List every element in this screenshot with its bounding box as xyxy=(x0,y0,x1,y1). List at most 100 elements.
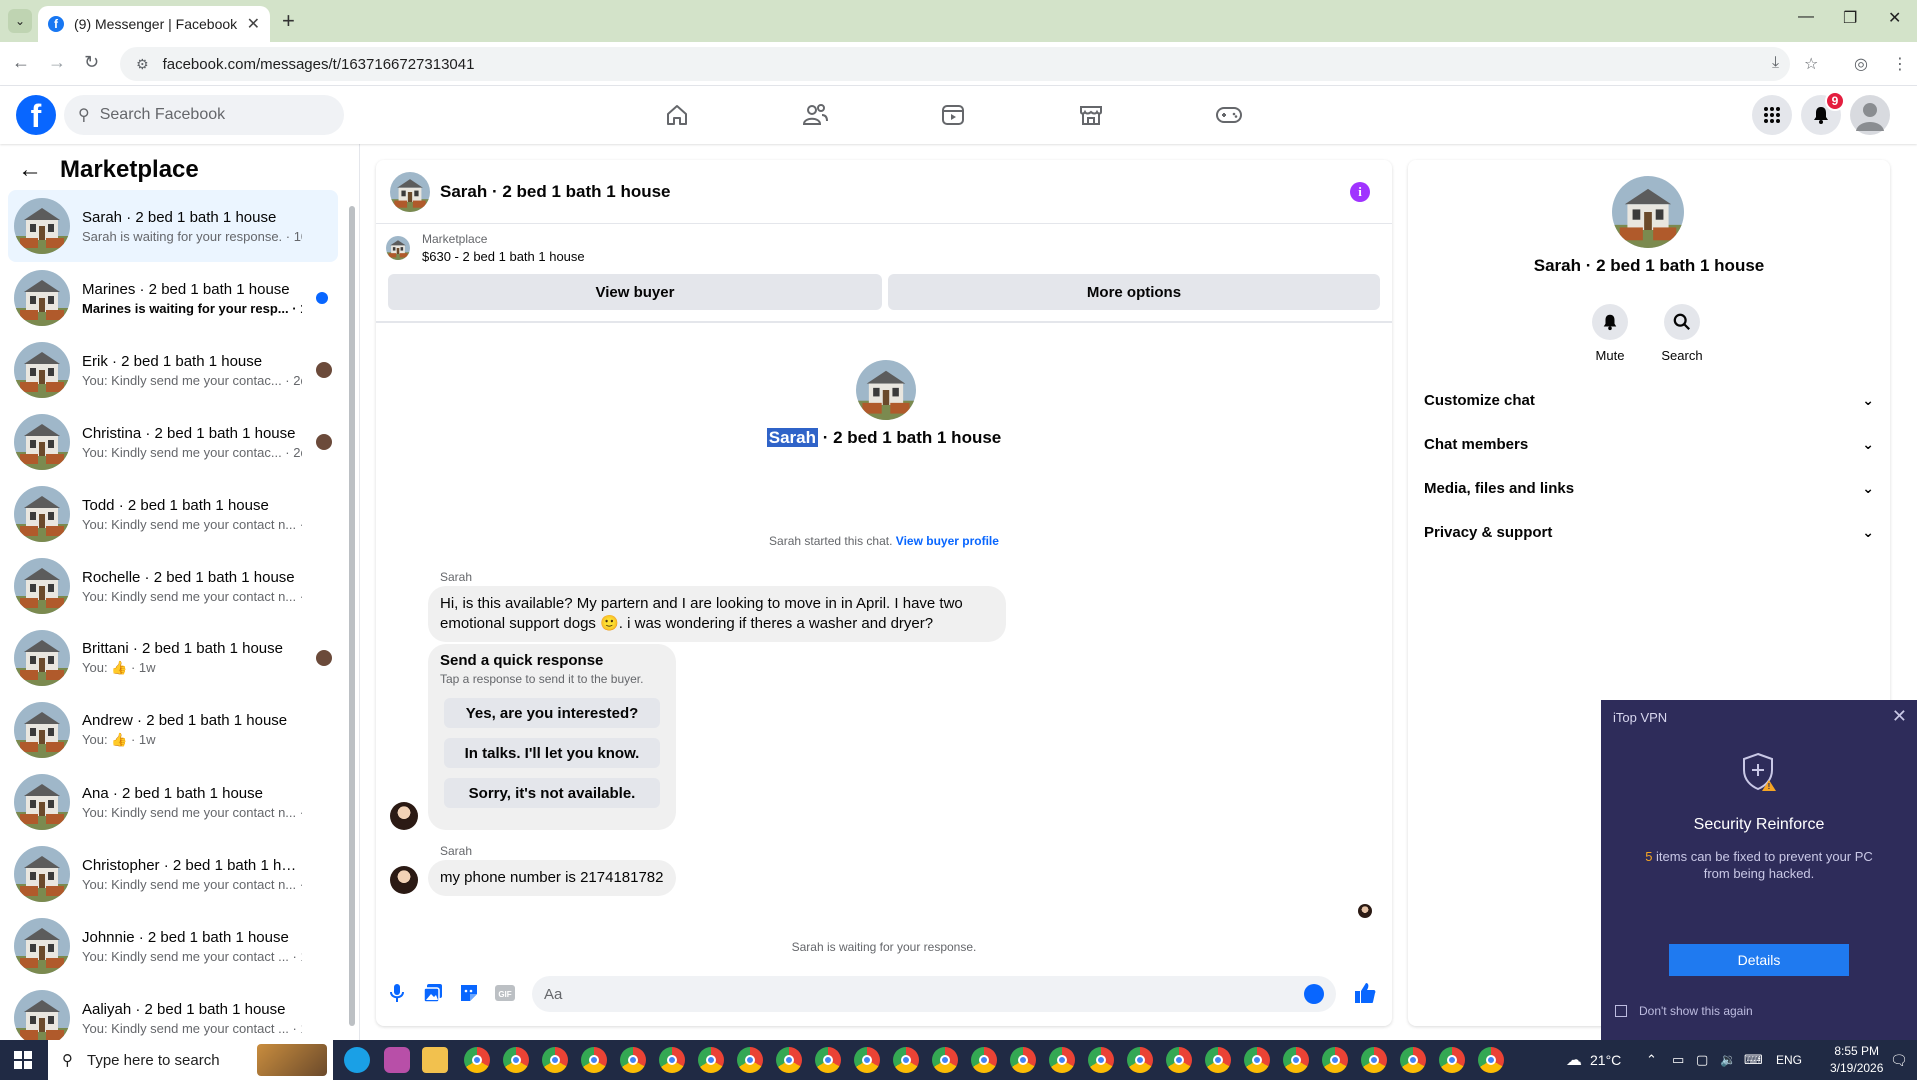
conversation-item[interactable]: Johnnie · 2 bed 1 bath 1 house You: Kindl… xyxy=(8,910,338,982)
friends-icon[interactable] xyxy=(800,100,830,130)
quick-response-unavailable-button[interactable]: Sorry, it's not available. xyxy=(444,778,660,808)
restore-icon[interactable]: ❐ xyxy=(1843,8,1857,28)
conversation-item[interactable]: Christopher · 2 bed 1 bath 1 house You: K… xyxy=(8,838,338,910)
chrome-icon[interactable] xyxy=(620,1047,646,1073)
chrome-icon[interactable] xyxy=(1088,1047,1114,1073)
view-buyer-button[interactable]: View buyer xyxy=(388,274,882,310)
conversation-item[interactable]: Todd · 2 bed 1 bath 1 house You: Kindly s… xyxy=(8,478,338,550)
chrome-icon[interactable] xyxy=(1361,1047,1387,1073)
home-icon[interactable] xyxy=(662,100,692,130)
chrome-icon[interactable] xyxy=(698,1047,724,1073)
media-files-links-row[interactable]: Media, files and links ⌄ xyxy=(1424,470,1874,506)
windows-start-icon[interactable] xyxy=(14,1051,32,1069)
conversation-item[interactable]: Brittani · 2 bed 1 bath 1 house You: 👍 · … xyxy=(8,622,338,694)
back-arrow-icon[interactable]: ← xyxy=(18,156,42,184)
mute-button[interactable]: Mute xyxy=(1580,304,1640,363)
chrome-icon[interactable] xyxy=(854,1047,880,1073)
chrome-icon[interactable] xyxy=(893,1047,919,1073)
reload-icon[interactable]: ↻ xyxy=(84,52,99,73)
conversation-item[interactable]: Ana · 2 bed 1 bath 1 house You: Kindly se… xyxy=(8,766,338,838)
customize-chat-row[interactable]: Customize chat ⌄ xyxy=(1424,382,1874,418)
chrome-icon[interactable] xyxy=(542,1047,568,1073)
message-input[interactable]: Aa xyxy=(532,976,1336,1012)
chrome-icon[interactable] xyxy=(581,1047,607,1073)
video-icon[interactable] xyxy=(938,100,968,130)
show-hidden-icons[interactable]: ⌃ xyxy=(1646,1040,1657,1080)
tab-search-icon[interactable]: ⌄ xyxy=(8,9,32,33)
chrome-icon[interactable] xyxy=(932,1047,958,1073)
conversation-item[interactable]: Rochelle · 2 bed 1 bath 1 house You: Kind… xyxy=(8,550,338,622)
sticker-icon[interactable] xyxy=(458,982,480,1004)
facebook-logo[interactable]: f xyxy=(16,95,56,135)
chrome-icon[interactable] xyxy=(737,1047,763,1073)
chat-header-title[interactable]: Sarah · 2 bed 1 bath 1 house xyxy=(440,182,671,202)
tab-close-icon[interactable]: ✕ xyxy=(247,14,260,34)
clock[interactable]: 8:55 PM 3/19/2026 xyxy=(1830,1043,1883,1077)
chrome-icon[interactable] xyxy=(1322,1047,1348,1073)
browser-menu-icon[interactable]: ⋮ xyxy=(1892,54,1908,74)
back-icon[interactable]: ← xyxy=(12,52,30,73)
notifications-button[interactable]: 9 xyxy=(1801,91,1845,135)
browser-tab-messenger[interactable]: f (9) Messenger | Facebook ✕ xyxy=(38,6,270,42)
photo-icon[interactable] xyxy=(422,982,444,1004)
keyboard-icon[interactable]: ⌨ xyxy=(1744,1040,1763,1080)
view-buyer-profile-link[interactable]: View buyer profile xyxy=(896,534,999,548)
conversation-item[interactable]: Erik · 2 bed 1 bath 1 house You: Kindly s… xyxy=(8,334,338,406)
language-indicator[interactable]: ENG xyxy=(1776,1040,1802,1080)
minimize-icon[interactable]: — xyxy=(1798,8,1814,26)
close-window-icon[interactable]: ✕ xyxy=(1888,8,1901,28)
chrome-icon[interactable] xyxy=(971,1047,997,1073)
site-info-icon[interactable]: ⚙ xyxy=(136,56,149,73)
thumbs-up-icon[interactable] xyxy=(1352,982,1378,1004)
checkbox-box[interactable] xyxy=(1615,1005,1627,1017)
quick-response-talks-button[interactable]: In talks. I'll let you know. xyxy=(444,738,660,768)
conversation-item[interactable]: Christina · 2 bed 1 bath 1 house You: Kin… xyxy=(8,406,338,478)
gaming-icon[interactable] xyxy=(1214,100,1244,130)
chrome-icon[interactable] xyxy=(1205,1047,1231,1073)
account-avatar[interactable] xyxy=(1850,95,1890,135)
forward-icon[interactable]: → xyxy=(48,52,66,73)
sender-avatar[interactable] xyxy=(390,802,418,830)
edge-icon[interactable] xyxy=(344,1047,370,1073)
volume-icon[interactable]: 🔉 xyxy=(1720,1040,1736,1080)
sidebar-scrollbar[interactable] xyxy=(348,206,356,1036)
file-explorer-icon[interactable] xyxy=(422,1047,448,1073)
more-options-button[interactable]: More options xyxy=(888,274,1380,310)
gif-icon[interactable]: GIF xyxy=(494,982,516,1004)
marketplace-icon[interactable] xyxy=(1076,100,1106,130)
weather-widget[interactable]: ☁ 21°C xyxy=(1566,1040,1621,1080)
chat-header-avatar[interactable] xyxy=(390,171,430,212)
notification-center-icon[interactable]: 🗨 xyxy=(1890,1040,1908,1080)
new-tab-icon[interactable]: + xyxy=(282,8,295,34)
vpn-details-button[interactable]: Details xyxy=(1669,944,1849,976)
vpn-dont-show-checkbox[interactable]: Don't show this again xyxy=(1615,1004,1753,1018)
app-icon[interactable] xyxy=(384,1047,410,1073)
display-icon[interactable]: ▢ xyxy=(1696,1040,1708,1080)
chrome-icon[interactable] xyxy=(1166,1047,1192,1073)
chat-members-row[interactable]: Chat members ⌄ xyxy=(1424,426,1874,462)
conversation-item[interactable]: Andrew · 2 bed 1 bath 1 house You: 👍 · 1w xyxy=(8,694,338,766)
profile-icon[interactable]: ◎ xyxy=(1854,54,1868,74)
chrome-icon[interactable] xyxy=(503,1047,529,1073)
info-icon[interactable]: i xyxy=(1350,182,1370,202)
chrome-icon[interactable] xyxy=(1127,1047,1153,1073)
chrome-icon[interactable] xyxy=(1439,1047,1465,1073)
chrome-icon[interactable] xyxy=(1244,1047,1270,1073)
emoji-icon[interactable] xyxy=(1304,984,1324,1004)
network-icon[interactable]: ▭ xyxy=(1672,1040,1684,1080)
conversation-item[interactable]: Sarah · 2 bed 1 bath 1 house Sarah is wai… xyxy=(8,190,338,262)
listing-summary[interactable]: Marketplace $630 - 2 bed 1 bath 1 house xyxy=(386,232,585,264)
quick-response-yes-button[interactable]: Yes, are you interested? xyxy=(444,698,660,728)
install-app-icon[interactable]: ⤓ xyxy=(1772,54,1779,72)
chrome-icon[interactable] xyxy=(1049,1047,1075,1073)
chrome-icon[interactable] xyxy=(1478,1047,1504,1073)
conversation-item[interactable]: Aaliyah · 2 bed 1 bath 1 house You: Kindl… xyxy=(8,982,338,1040)
facebook-search-input[interactable]: ⚲ Search Facebook xyxy=(64,95,344,135)
bookmark-star-icon[interactable]: ☆ xyxy=(1804,54,1818,74)
chrome-icon[interactable] xyxy=(1400,1047,1426,1073)
menu-grid-icon[interactable] xyxy=(1752,95,1792,135)
chrome-icon[interactable] xyxy=(815,1047,841,1073)
sender-avatar[interactable] xyxy=(390,866,418,894)
chrome-icon[interactable] xyxy=(659,1047,685,1073)
conversation-item[interactable]: Marines · 2 bed 1 bath 1 house Marines is… xyxy=(8,262,338,334)
